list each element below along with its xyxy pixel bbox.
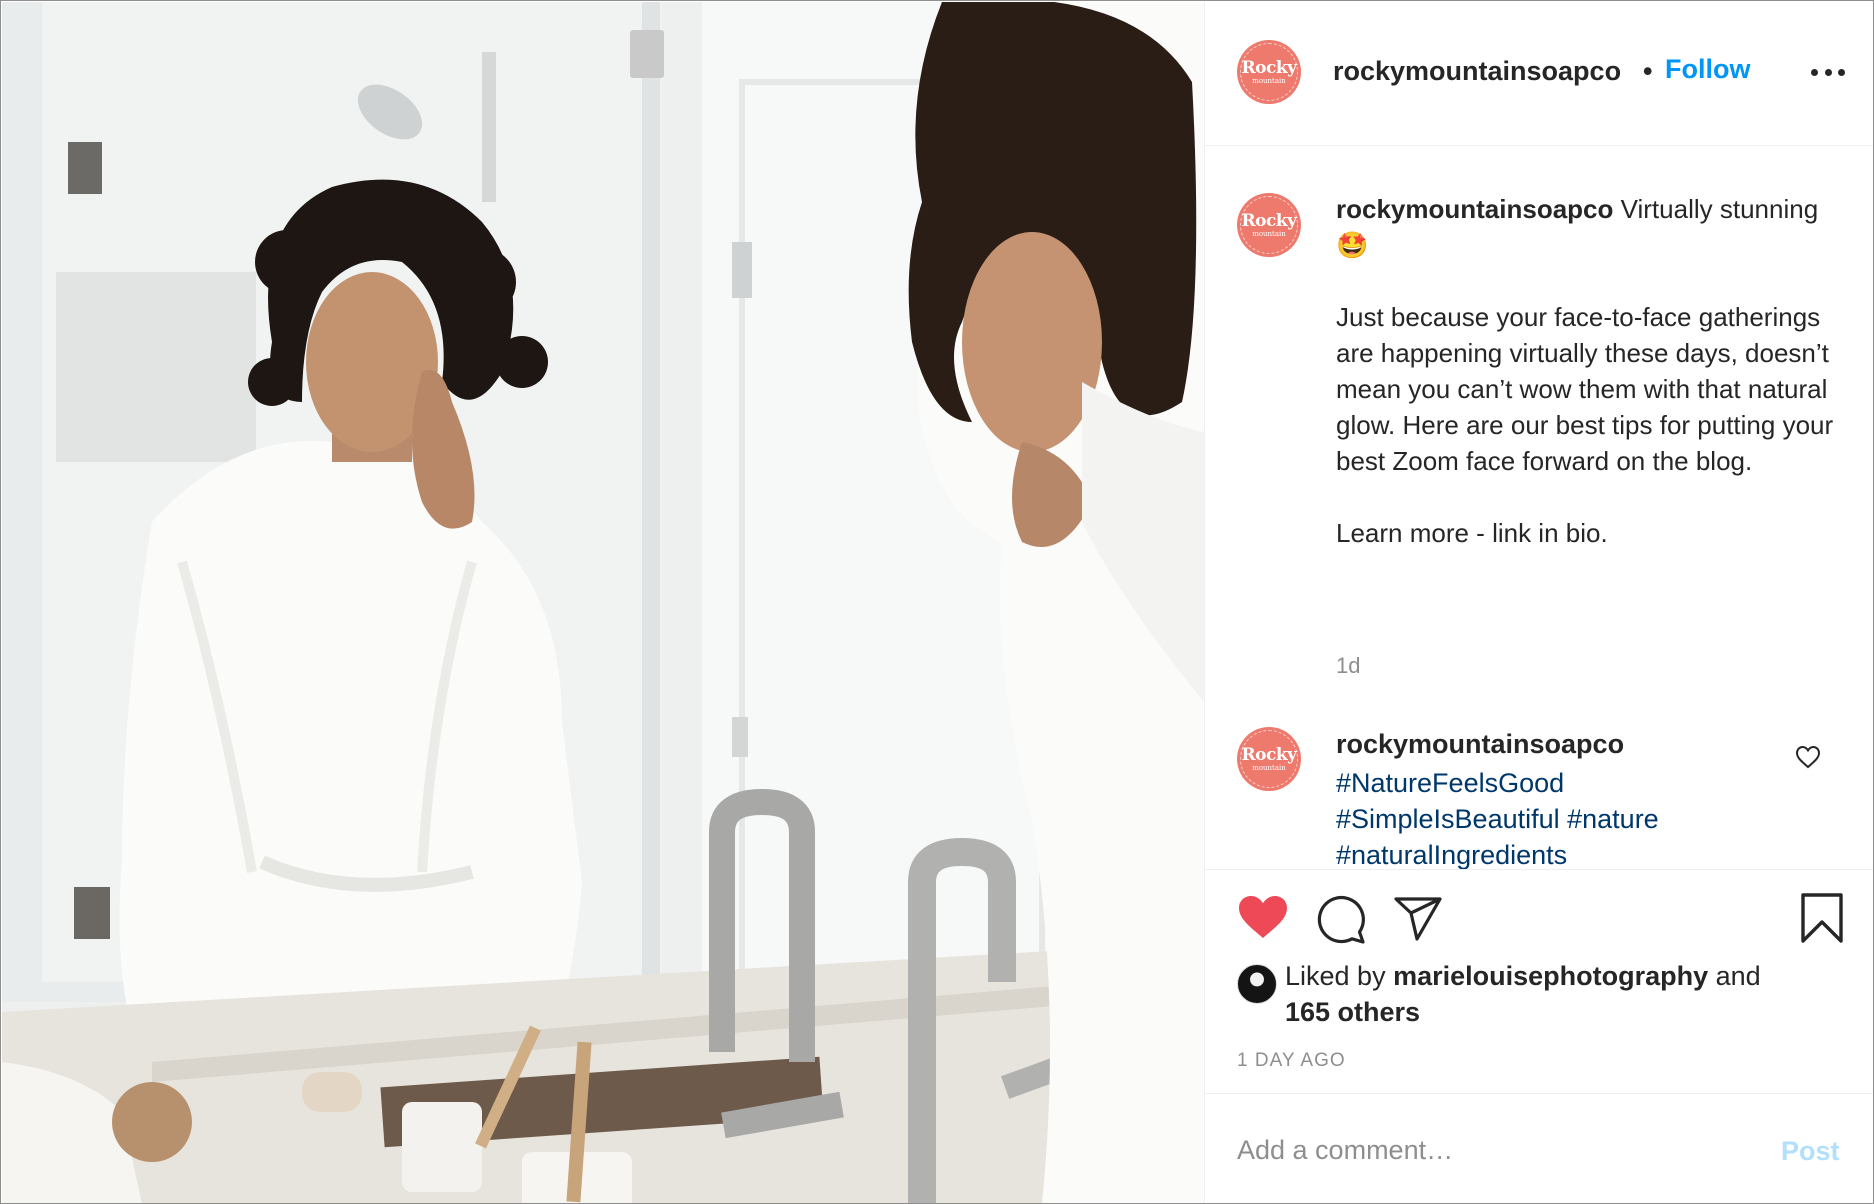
add-comment-bar: Post	[1205, 1093, 1873, 1203]
comment-icon[interactable]	[1315, 894, 1367, 944]
liker-username[interactable]: marielouisephotography	[1393, 961, 1708, 991]
heart-icon[interactable]	[1237, 894, 1289, 940]
header-separator: •	[1643, 56, 1653, 86]
caption-time[interactable]: 1d	[1336, 653, 1360, 679]
likes-summary: Liked by marielouisephotography and 165 o…	[1285, 958, 1825, 1030]
likes-middle: and	[1708, 961, 1761, 991]
comment-input[interactable]	[1237, 1128, 1737, 1172]
small-heart-icon[interactable]	[1795, 745, 1821, 769]
caption: rockymountainsoapco Virtually stunning 🤩…	[1336, 191, 1836, 551]
caption-avatar[interactable]: Rocky mountain	[1237, 193, 1301, 257]
avatar-ring	[1240, 730, 1298, 788]
comment-username[interactable]: rockymountainsoapco	[1336, 729, 1624, 760]
follow-button[interactable]: Follow	[1665, 54, 1750, 85]
post-timestamp[interactable]: 1 DAY AGO	[1237, 1050, 1346, 1072]
caption-text: Virtually stunning 🤩 Just because your f…	[1336, 194, 1834, 548]
share-icon[interactable]	[1393, 896, 1443, 942]
post-photo[interactable]	[2, 2, 1204, 1203]
profile-avatar[interactable]: Rocky mountain	[1237, 40, 1301, 104]
post-header: Rocky mountain rockymountainsoapco • Fol…	[1205, 2, 1873, 146]
bathroom-mirror-image	[2, 2, 1204, 1203]
caption-username[interactable]: rockymountainsoapco	[1336, 194, 1613, 224]
avatar-ring	[1240, 43, 1298, 101]
save-icon[interactable]	[1799, 892, 1845, 944]
instagram-post-window: Rocky mountain rockymountainsoapco • Fol…	[0, 0, 1874, 1204]
post-button[interactable]: Post	[1781, 1136, 1840, 1167]
likes-others-link[interactable]: 165 others	[1285, 997, 1420, 1027]
liker-avatar[interactable]	[1237, 964, 1277, 1004]
avatar-ring	[1240, 196, 1298, 254]
header-username[interactable]: rockymountainsoapco	[1333, 56, 1621, 87]
likes-prefix: Liked by	[1285, 961, 1394, 991]
comment-avatar[interactable]: Rocky mountain	[1237, 727, 1301, 791]
more-icon[interactable]	[1811, 62, 1845, 82]
comments-list[interactable]: Rocky mountain rockymountainsoapco Virtu…	[1205, 147, 1873, 869]
post-details-panel: Rocky mountain rockymountainsoapco • Fol…	[1204, 2, 1873, 1203]
comment-hashtags[interactable]: #NatureFeelsGood #SimpleIsBeautiful #nat…	[1336, 765, 1756, 869]
post-actions: Liked by marielouisephotography and 165 o…	[1205, 869, 1873, 1093]
